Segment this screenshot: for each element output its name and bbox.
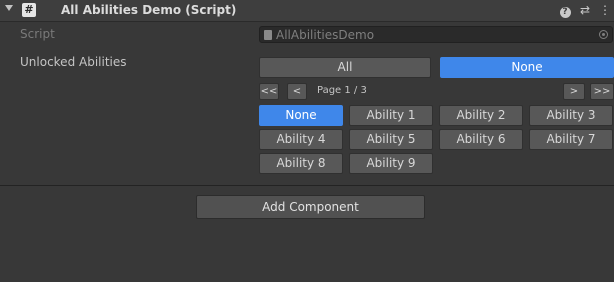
add-component-button[interactable]: Add Component: [196, 195, 425, 219]
ability-toggle-button[interactable]: Ability 7: [529, 129, 613, 150]
script-label: Script: [20, 27, 55, 41]
script-icon: #: [22, 3, 36, 17]
ability-toggle-button[interactable]: Ability 9: [349, 153, 433, 174]
ability-toggle-button[interactable]: None: [259, 105, 343, 126]
previous-page-button[interactable]: <: [287, 83, 307, 100]
last-page-button[interactable]: >>: [590, 83, 614, 100]
component-title: All Abilities Demo (Script): [61, 3, 237, 17]
first-page-button[interactable]: <<: [259, 83, 279, 100]
all-button[interactable]: All: [259, 57, 431, 78]
object-picker-icon[interactable]: [599, 30, 608, 39]
script-object-field[interactable]: AllAbilitiesDemo: [259, 26, 613, 43]
ability-toggle-button[interactable]: Ability 6: [439, 129, 523, 150]
ability-toggle-button[interactable]: Ability 8: [259, 153, 343, 174]
component-header[interactable]: # All Abilities Demo (Script) ? ⇄ ⋮: [0, 0, 614, 22]
next-page-button[interactable]: >: [563, 83, 585, 100]
ability-toggle-button[interactable]: Ability 4: [259, 129, 343, 150]
divider: [0, 185, 614, 186]
ability-toggle-button[interactable]: Ability 2: [439, 105, 523, 126]
presets-icon[interactable]: ⇄: [578, 2, 592, 18]
none-button[interactable]: None: [440, 57, 614, 78]
script-file-icon: [264, 30, 272, 40]
fold-arrow-icon[interactable]: [5, 5, 13, 11]
unlocked-abilities-label: Unlocked Abilities: [20, 55, 127, 69]
ability-toggle-button[interactable]: Ability 1: [349, 105, 433, 126]
page-indicator: Page 1 / 3: [317, 85, 367, 96]
script-object-value: AllAbilitiesDemo: [276, 28, 375, 42]
ability-toggle-button[interactable]: Ability 5: [349, 129, 433, 150]
context-menu-icon[interactable]: ⋮: [598, 2, 612, 18]
ability-toggle-button[interactable]: Ability 3: [529, 105, 613, 126]
help-icon[interactable]: ?: [558, 2, 572, 18]
